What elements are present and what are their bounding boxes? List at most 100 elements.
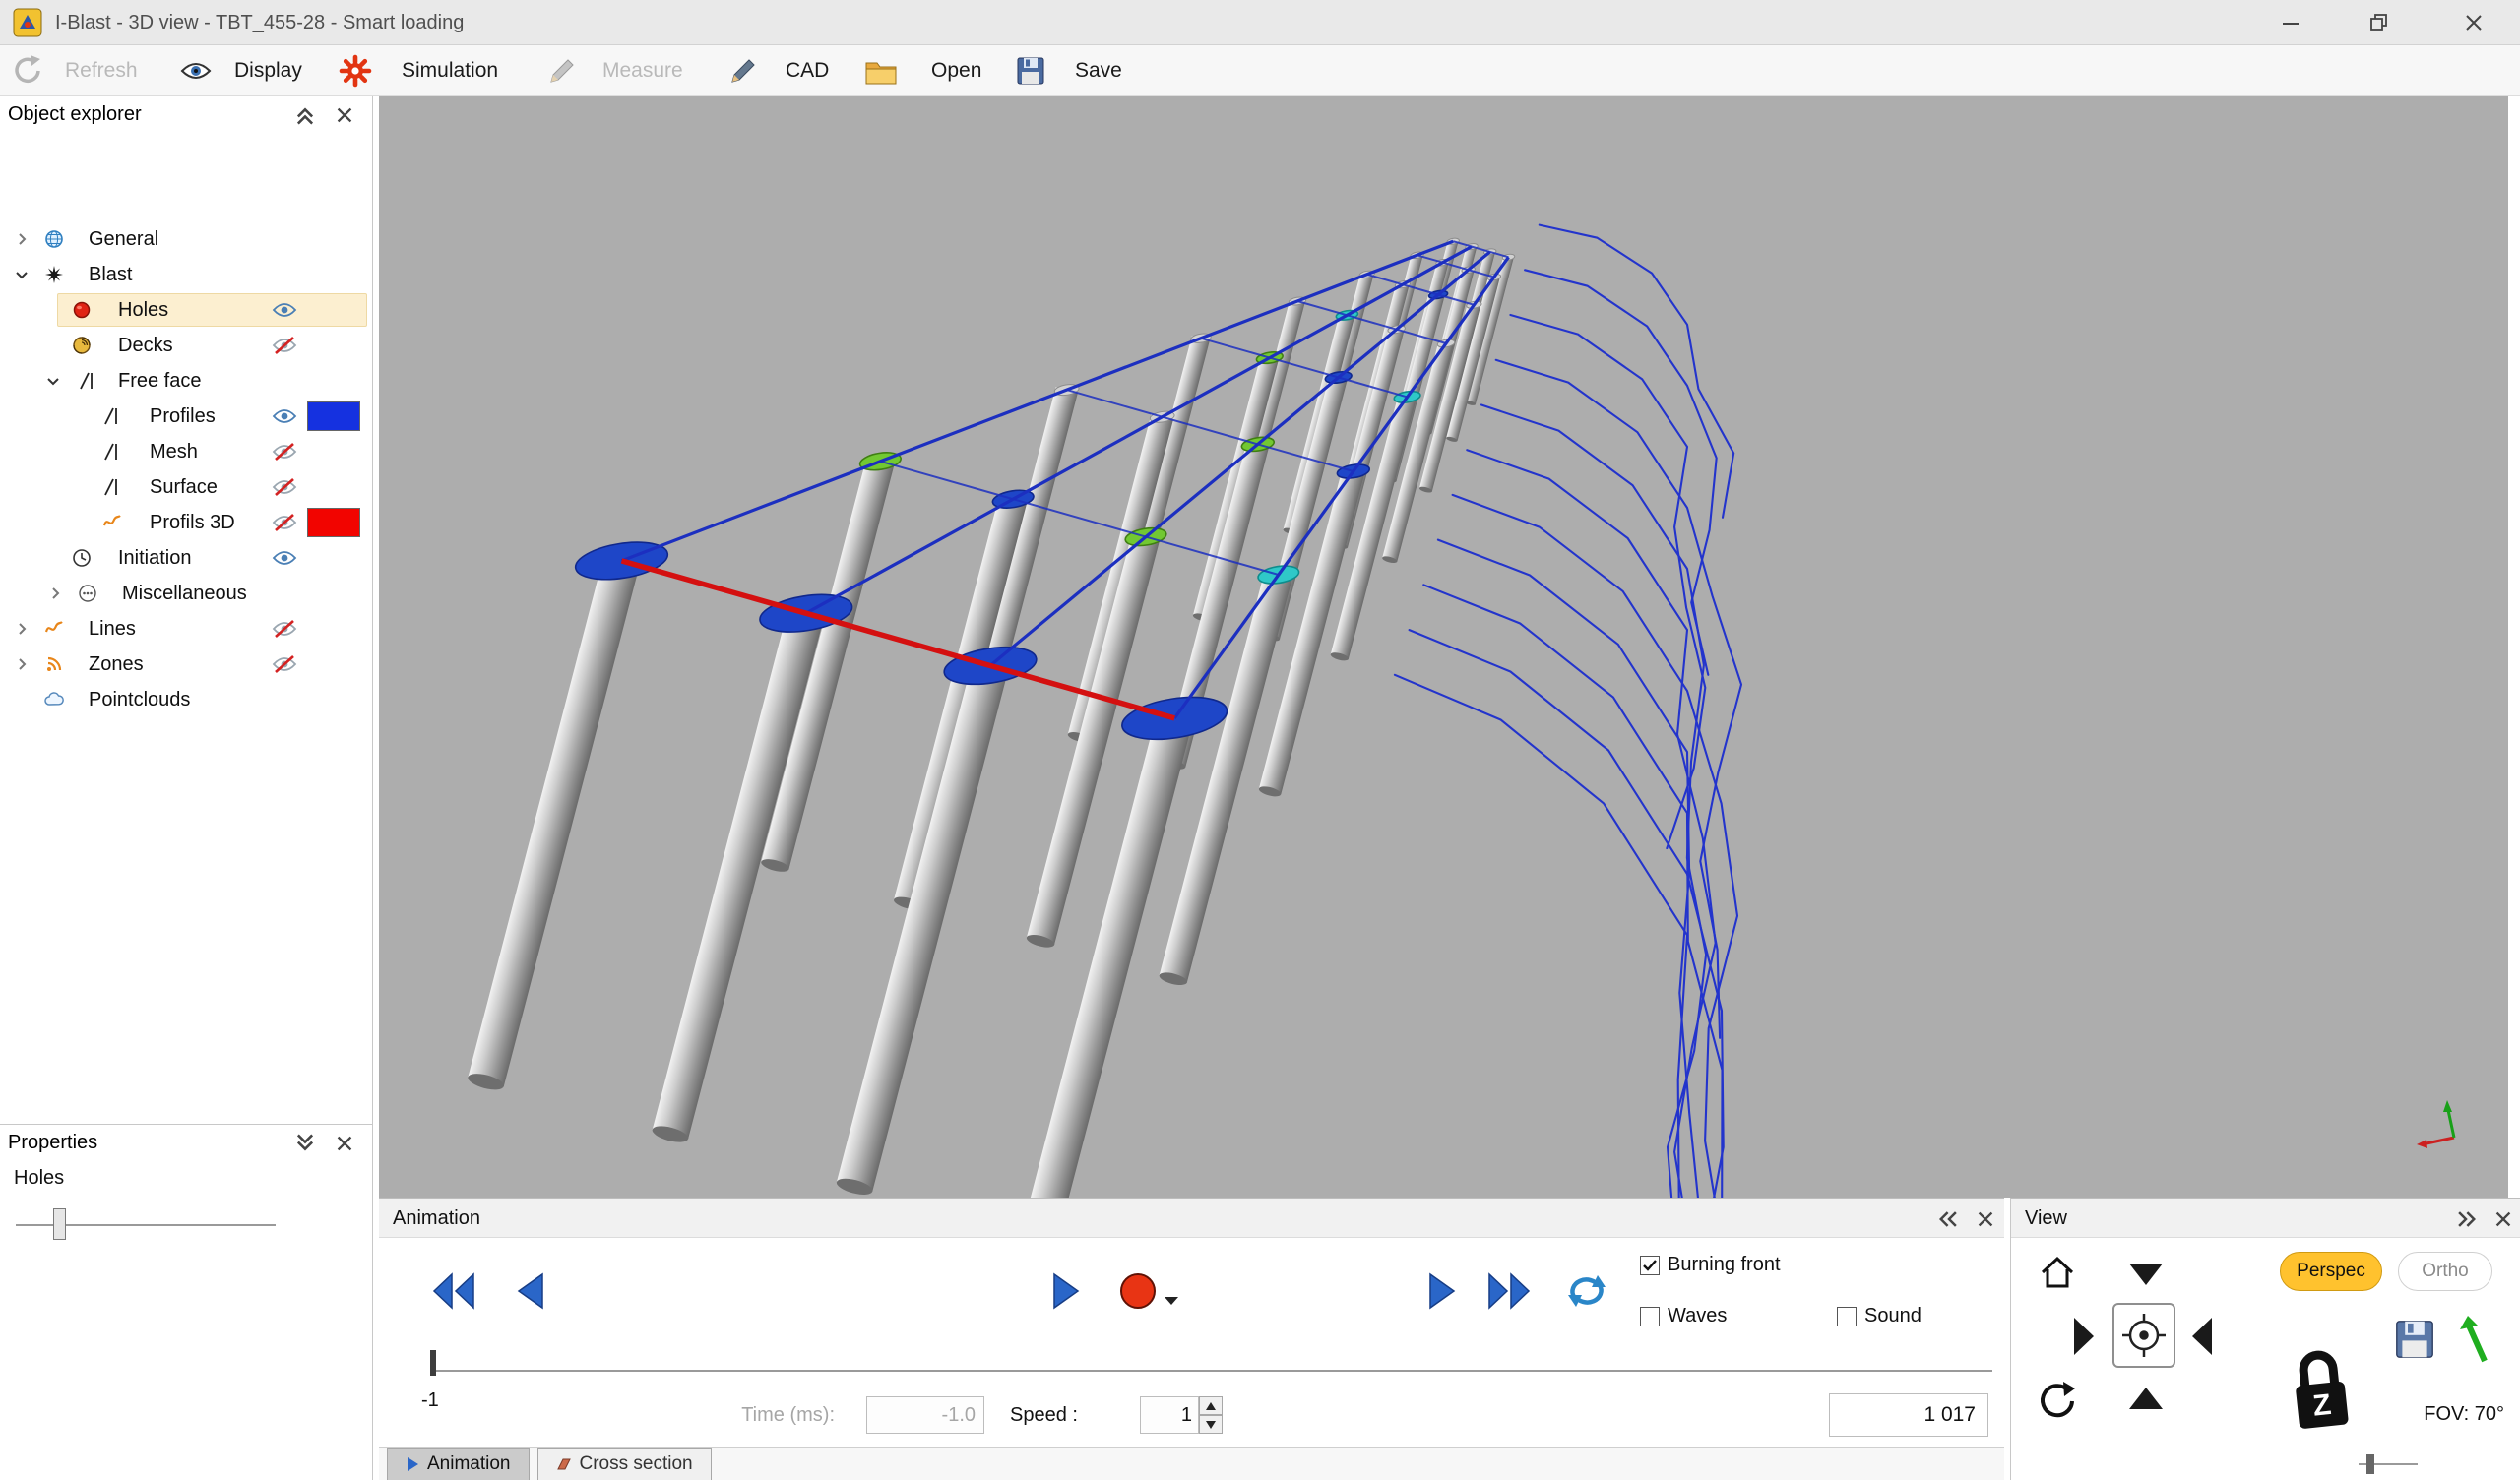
burning-front-checkbox[interactable]: Burning front [1640,1254,1781,1276]
profile-icon [101,441,123,462]
visibility-eye-off-icon[interactable] [272,619,297,639]
open-button[interactable]: Open [931,45,981,96]
stepper-up-icon[interactable] [1199,1396,1223,1415]
timeline-slider-track[interactable] [436,1370,1992,1372]
close-button[interactable] [2442,0,2505,45]
color-swatch[interactable] [307,508,360,537]
maximize-button[interactable] [2348,0,2411,45]
home-view-button[interactable] [2036,1252,2079,1293]
chevron-right-icon[interactable] [14,621,30,637]
minimize-button[interactable] [2259,0,2322,45]
save-view-icon[interactable] [2392,1317,2437,1362]
collapse-right-icon[interactable] [2454,1207,2478,1231]
rewind-button[interactable] [427,1269,482,1313]
gear-icon[interactable] [339,54,372,92]
close-panel-icon[interactable] [333,103,356,127]
tree-item-free-face[interactable]: Free face [0,363,373,399]
pan-right-button[interactable] [2069,1313,2099,1360]
ortho-button[interactable]: Ortho [2398,1252,2492,1291]
play-to-end-button[interactable] [1416,1269,1471,1313]
sound-checkbox[interactable]: Sound [1837,1305,1922,1327]
green-arrow-icon[interactable] [2455,1313,2494,1366]
tree-item-decks[interactable]: Decks [0,328,373,363]
step-back-button[interactable] [502,1269,557,1313]
chevron-down-icon[interactable] [14,267,30,282]
animation-header: Animation [379,1199,2004,1238]
tree-item-mesh[interactable]: Mesh [0,434,373,469]
globe-icon [43,228,65,250]
pan-left-button[interactable] [2187,1313,2217,1360]
visibility-eye-icon[interactable] [272,300,297,320]
waves-checkbox[interactable]: Waves [1640,1305,1727,1327]
cad-button[interactable]: CAD [786,45,829,96]
display-button[interactable]: Display [234,45,302,96]
chevron-right-icon[interactable] [14,231,30,247]
visibility-eye-off-icon[interactable] [272,442,297,462]
animation-panel: Animation [379,1198,2004,1480]
tab-cross-section[interactable]: Cross section [537,1448,712,1480]
timeline-slider-handle[interactable] [430,1350,436,1376]
rotate-view-button[interactable] [2034,1378,2079,1423]
eye-icon[interactable] [179,59,213,88]
pan-up-button[interactable] [2124,1384,2168,1413]
collapse-panel-icon[interactable] [293,103,317,127]
tree-item-holes[interactable]: Holes [0,292,373,328]
chevron-down-icon[interactable] [45,373,61,389]
tree-item-pointclouds[interactable]: Pointclouds [0,682,373,717]
collapse-left-icon[interactable] [1937,1207,1961,1231]
cad-pencil-icon[interactable] [728,56,758,91]
fov-slider-handle[interactable] [2366,1454,2374,1474]
visibility-eye-off-icon[interactable] [272,654,297,674]
tree-item-blast[interactable]: Blast [0,257,373,292]
visibility-eye-icon[interactable] [272,406,297,426]
visibility-eye-off-icon[interactable] [272,477,297,497]
play-button[interactable] [1040,1269,1095,1313]
svg-text:Z: Z [2311,1388,2333,1423]
pan-down-button[interactable] [2124,1260,2168,1289]
properties-slider-handle[interactable] [53,1208,66,1240]
visibility-eye-off-icon[interactable] [272,513,297,532]
tree-item-profiles[interactable]: Profiles [0,399,373,434]
perspective-button[interactable]: Perspec [2280,1252,2382,1291]
fast-forward-button[interactable] [1480,1269,1536,1313]
tree-item-lines[interactable]: Lines [0,611,373,647]
tree-item-label: Initiation [118,540,192,576]
color-swatch[interactable] [307,401,360,431]
tree-item-label: General [89,221,158,257]
view-title: View [2025,1199,2067,1238]
floppy-icon[interactable] [1016,56,1045,91]
tree-item-zones[interactable]: Zones [0,647,373,682]
checkbox-unchecked-icon [1640,1307,1660,1326]
tree-item-surface[interactable]: Surface [0,469,373,505]
drill-hole [835,661,1008,1198]
speed-input[interactable] [1140,1396,1199,1434]
center-view-button[interactable] [2112,1303,2175,1368]
close-panel-icon[interactable] [2491,1207,2515,1231]
tree-item-profils-3d[interactable]: Profils 3D [0,505,373,540]
tab-animation[interactable]: Animation [387,1448,530,1480]
3d-scene[interactable] [379,96,2508,1198]
tree-item-miscellaneous[interactable]: Miscellaneous [0,576,373,611]
chevron-right-icon[interactable] [14,656,30,672]
close-panel-icon[interactable] [1974,1207,1997,1231]
time-input[interactable] [866,1396,984,1434]
speed-stepper[interactable] [1199,1396,1223,1434]
record-dropdown-icon[interactable] [1164,1293,1179,1311]
tree-item-initiation[interactable]: Initiation [0,540,373,576]
close-panel-icon[interactable] [333,1132,356,1155]
tree-item-general[interactable]: General [0,221,373,257]
visibility-eye-icon[interactable] [272,548,297,568]
stepper-down-icon[interactable] [1199,1415,1223,1434]
simulation-button[interactable]: Simulation [402,45,498,96]
chevron-right-icon[interactable] [47,586,63,601]
loop-button[interactable] [1559,1269,1614,1313]
lock-z-icon[interactable]: Z [2286,1338,2355,1437]
save-button[interactable]: Save [1075,45,1122,96]
3d-viewport[interactable] [379,96,2508,1198]
checkbox-label: Burning front [1668,1254,1781,1276]
record-button[interactable] [1110,1269,1166,1313]
visibility-eye-off-icon[interactable] [272,336,297,355]
folder-icon[interactable] [864,58,898,91]
expand-panel-icon[interactable] [293,1132,317,1155]
refresh-icon[interactable] [12,54,43,91]
